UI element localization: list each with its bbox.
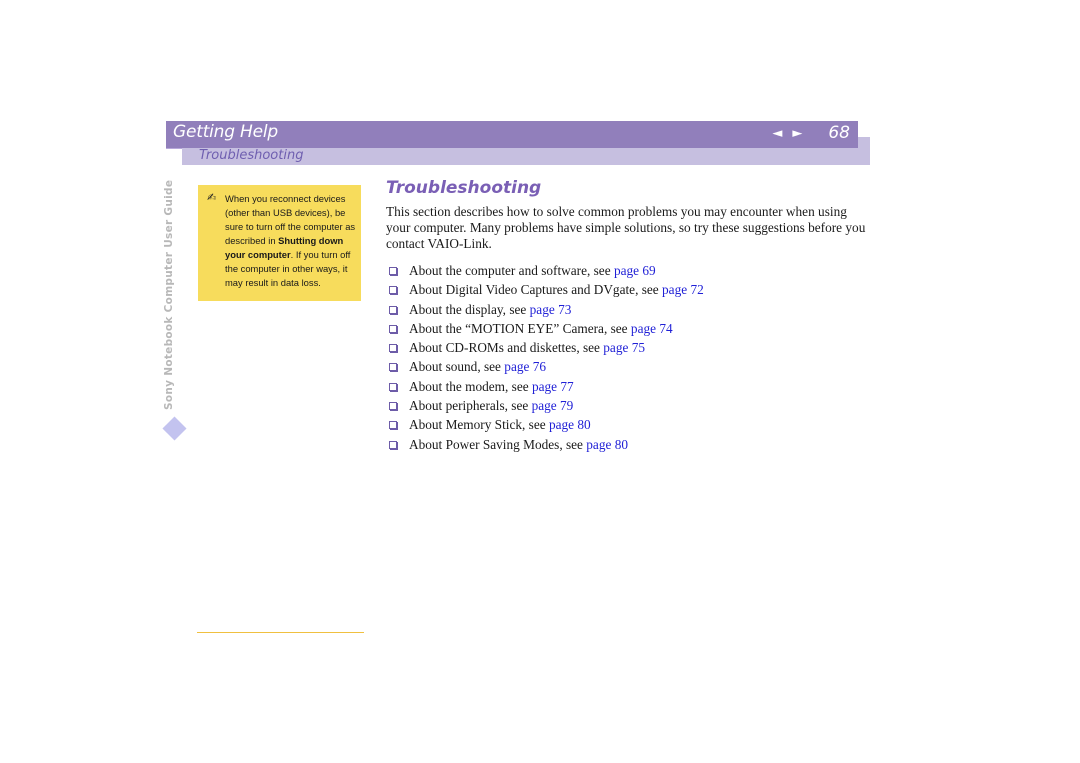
page-navigation: ◄ ► 68 — [762, 123, 850, 143]
list-item: About Digital Video Captures and DVgate,… — [386, 280, 872, 299]
intro-paragraph: This section describes how to solve comm… — [386, 204, 866, 251]
pen-note-icon: ✍ — [207, 191, 217, 204]
next-page-icon[interactable]: ► — [792, 126, 802, 141]
list-item: About Memory Stick, see page 80 — [386, 415, 872, 434]
footer-divider — [197, 632, 364, 633]
note-text: When you reconnect devices (other than U… — [225, 193, 356, 288]
list-item: About the modem, see page 77 — [386, 377, 872, 396]
header-bar: Getting Help ◄ ► 68 — [166, 121, 858, 149]
list-item: About the display, see page 73 — [386, 300, 872, 319]
checkbox-bullet-icon — [389, 363, 397, 372]
checkbox-bullet-icon — [389, 402, 397, 411]
page-link[interactable]: page 74 — [631, 321, 673, 336]
page-link[interactable]: page 69 — [614, 263, 656, 278]
list-item: About Power Saving Modes, see page 80 — [386, 435, 872, 454]
guide-vertical-label: Sony Notebook Computer User Guide — [163, 179, 175, 410]
page-link[interactable]: page 80 — [549, 417, 591, 432]
topic-list: About the computer and software, see pag… — [386, 261, 872, 454]
list-item: About the “MOTION EYE” Camera, see page … — [386, 319, 872, 338]
page-link[interactable]: page 76 — [504, 359, 546, 374]
page-title: Troubleshooting — [386, 178, 542, 198]
diamond-icon — [162, 416, 187, 441]
list-item: About sound, see page 76 — [386, 357, 872, 376]
previous-page-icon[interactable]: ◄ — [772, 126, 782, 141]
checkbox-bullet-icon — [389, 440, 397, 449]
list-item: About peripherals, see page 79 — [386, 396, 872, 415]
main-content: Troubleshooting This section describes h… — [386, 178, 872, 454]
checkbox-bullet-icon — [389, 421, 397, 430]
page-link[interactable]: page 72 — [662, 282, 704, 297]
section-bar: Troubleshooting — [182, 148, 870, 165]
checkbox-bullet-icon — [389, 267, 397, 275]
chapter-title: Getting Help — [173, 122, 279, 142]
page-link[interactable]: page 79 — [532, 398, 574, 413]
page-number: 68 — [828, 123, 850, 143]
section-title: Troubleshooting — [199, 148, 304, 163]
checkbox-bullet-icon — [389, 344, 397, 353]
checkbox-bullet-icon — [389, 305, 397, 314]
list-item: About CD-ROMs and diskettes, see page 75 — [386, 338, 872, 357]
page-link[interactable]: page 75 — [603, 340, 645, 355]
page-link[interactable]: page 73 — [530, 302, 572, 317]
note-box: ✍ When you reconnect devices (other than… — [198, 185, 361, 301]
checkbox-bullet-icon — [389, 324, 397, 333]
list-item: About the computer and software, see pag… — [386, 261, 872, 280]
page-link[interactable]: page 80 — [586, 437, 628, 452]
header-shadow — [858, 137, 870, 148]
checkbox-bullet-icon — [389, 382, 397, 391]
checkbox-bullet-icon — [389, 286, 397, 295]
page-link[interactable]: page 77 — [532, 379, 574, 394]
